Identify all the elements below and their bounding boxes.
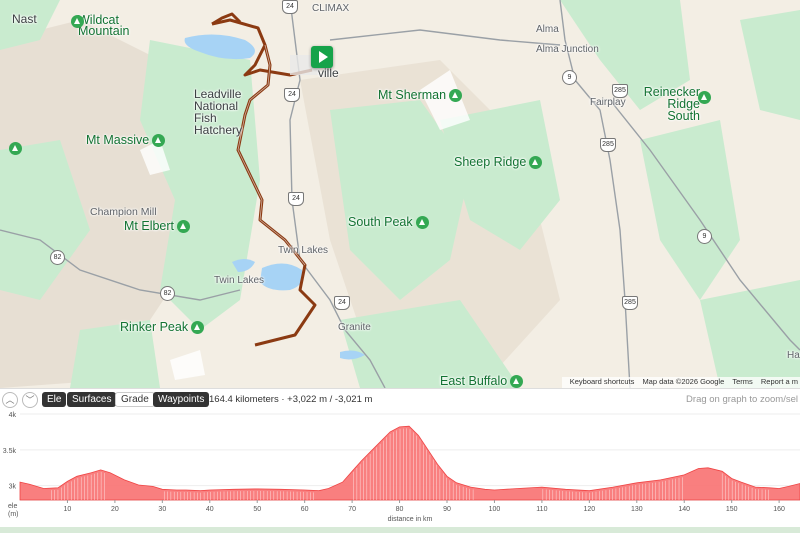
peak-label-mt-elbert[interactable]: Mt Elbert — [124, 219, 191, 234]
place-label-edge: Ha — [787, 350, 800, 361]
x-tick-label: 50 — [253, 506, 261, 513]
map-bottom-strip — [0, 527, 800, 533]
peak-label-reinecker-ridge-south[interactable]: Reinecker Ridge South — [640, 86, 700, 123]
report-map-error-link[interactable]: Report a m — [761, 377, 798, 386]
chevron-down-icon: ﹀ — [25, 395, 35, 405]
y-axis-title-line2: (m) — [8, 511, 19, 518]
x-tick-label: 10 — [64, 506, 72, 513]
highway-shield: 24 — [282, 0, 298, 14]
y-tick-label: 3.5k — [3, 448, 17, 455]
x-tick-label: 160 — [773, 506, 785, 513]
y-axis-title-line1: ele — [8, 503, 17, 510]
mountain-peak-icon — [9, 142, 22, 155]
mountain-peak-icon — [449, 89, 463, 103]
keyboard-shortcuts-link[interactable]: Keyboard shortcuts — [570, 377, 635, 386]
graph-hint: Drag on graph to zoom/sel — [686, 394, 798, 405]
highway-shield: 285 — [600, 138, 616, 152]
place-label-leadville-fish-hatchery: Leadville National Fish Hatchery — [194, 87, 243, 137]
grade-toggle-button[interactable]: Grade — [115, 392, 155, 407]
place-label-climax: CLIMAX — [312, 3, 350, 14]
mountain-peak-icon — [177, 220, 191, 234]
route-stats: 164.4 kilometers · +3,022 m / -3,021 m — [209, 394, 373, 405]
elevation-chart[interactable]: 3k3.5k4k 10 20 30 40 50 60 70 80 90 100 110 120 130 1… — [0, 410, 800, 527]
y-tick-label: 4k — [9, 412, 17, 419]
peak-label-rinker-peak[interactable]: Rinker Peak — [120, 320, 205, 335]
y-tick-label: 3k — [9, 484, 17, 491]
highway-shield: 82 — [160, 286, 175, 301]
map-data-credit: Map data ©2026 Google — [642, 377, 725, 386]
y-axis-labels: 3k 3.5k 4k — [3, 412, 17, 491]
highway-shield: 24 — [288, 192, 304, 206]
x-tick-label: 30 — [158, 506, 166, 513]
mountain-peak-icon — [71, 15, 84, 28]
place-label-leadville: ville — [318, 66, 339, 80]
x-tick-label: 40 — [206, 506, 214, 513]
highway-shield: 285 — [622, 296, 638, 310]
x-tick-label: 150 — [726, 506, 738, 513]
peak-label-mt-massive[interactable]: Mt Massive — [86, 133, 166, 148]
route-map[interactable]: Nast Wildcat Mountain CLIMAX Alma Alma J… — [0, 0, 800, 388]
place-label-fairplay: Fairplay — [590, 97, 626, 108]
highway-shield: 9 — [562, 70, 577, 85]
mountain-peak-icon — [152, 134, 166, 148]
mountain-peak-icon — [698, 91, 711, 104]
highway-shield: 24 — [334, 296, 350, 310]
elevation-toggle-button[interactable]: Ele — [42, 392, 67, 407]
peak-label-mt-sherman[interactable]: Mt Sherman — [378, 88, 463, 103]
place-label-twin-lakes-lake: Twin Lakes — [214, 275, 265, 286]
elevation-toolbar: ︿ ﹀ Ele Surfaces Grade Waypoints 164.4 k… — [0, 388, 800, 411]
x-tick-label: 70 — [348, 506, 356, 513]
mountain-peak-icon — [415, 216, 429, 230]
map-attribution: Keyboard shortcuts Map data ©2026 Google… — [561, 377, 800, 388]
x-tick-label: 140 — [678, 506, 690, 513]
route-start-marker[interactable] — [311, 46, 333, 68]
chevron-up-icon: ︿ — [5, 395, 15, 405]
mountain-peak-icon — [510, 375, 524, 388]
waypoints-toggle-button[interactable]: Waypoints — [153, 392, 210, 407]
place-label-nast: Nast — [12, 12, 37, 26]
place-label-alma: Alma — [536, 24, 559, 35]
peak-label-east-buffalo[interactable]: East Buffalo — [440, 374, 524, 388]
peak-label-sheep-ridge[interactable]: Sheep Ridge — [454, 155, 543, 170]
peak-label-south-peak[interactable]: South Peak — [348, 215, 429, 230]
mountain-peak-icon — [191, 321, 205, 335]
x-tick-label: 60 — [301, 506, 309, 513]
collapse-down-button[interactable]: ﹀ — [22, 392, 38, 408]
mountain-peak-icon — [529, 156, 543, 170]
x-tick-label: 100 — [489, 506, 501, 513]
x-tick-label: 90 — [443, 506, 451, 513]
expand-up-button[interactable]: ︿ — [2, 392, 18, 408]
x-tick-label: 20 — [111, 506, 119, 513]
peak-label-wildcat-mountain[interactable]: Wildcat Mountain — [78, 14, 138, 38]
terms-link[interactable]: Terms — [732, 377, 752, 386]
place-label-granite: Granite — [338, 322, 371, 333]
surfaces-toggle-button[interactable]: Surfaces — [67, 392, 117, 407]
highway-shield: 82 — [50, 250, 65, 265]
place-label-champion-mill: Champion Mill — [90, 206, 157, 218]
highway-shield: 9 — [697, 229, 712, 244]
place-label-twin-lakes-town: Twin Lakes — [278, 245, 329, 256]
highway-shield: 24 — [284, 88, 300, 102]
x-tick-label: 130 — [631, 506, 643, 513]
x-tick-label: 120 — [583, 506, 595, 513]
x-axis-title: distance in km — [388, 516, 433, 523]
highway-shield: 285 — [612, 84, 628, 98]
x-axis-ticks: 10 20 30 40 50 60 70 80 90 100 110 120 130 140 150 160 — [64, 500, 785, 513]
x-tick-label: 110 — [536, 506, 547, 513]
x-tick-label: 80 — [396, 506, 404, 513]
place-label-alma-junction: Alma Junction — [536, 44, 599, 55]
